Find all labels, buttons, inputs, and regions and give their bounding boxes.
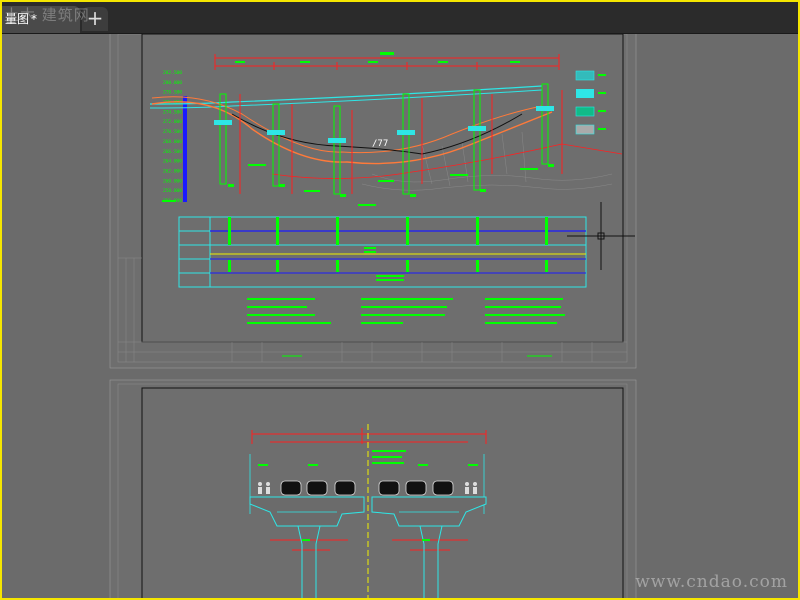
elevation-label: 280.000: [163, 80, 182, 86]
tab-label: 量图: [5, 12, 30, 26]
elevation-label: 264.000: [163, 159, 182, 165]
plus-icon: +: [86, 6, 104, 30]
elevation-label: 272.000: [163, 119, 182, 125]
elevation-label: 262.000: [163, 168, 182, 174]
tab-drawing[interactable]: 量图 *: [2, 6, 80, 33]
water-level-symbol: /77: [372, 139, 388, 149]
drawing-canvas[interactable]: 282.500280.000278.500276.000274.500272.0…: [2, 34, 798, 598]
elevation-label: 268.000: [163, 139, 182, 145]
elevation-label: 258.000: [163, 188, 182, 194]
sheet-upper: [109, 34, 637, 369]
elevation-label: 282.500: [163, 70, 182, 76]
elevation-label: 274.500: [163, 109, 182, 115]
elevation-label: 260.000: [163, 178, 182, 184]
new-tab-button[interactable]: +: [82, 7, 108, 31]
elevation-label: 266.500: [163, 149, 182, 155]
application-window: 量图 * + 土木 建筑网 282.500 280.000 278.500 27…: [0, 0, 800, 600]
document-tab-bar: 量图 * + 土木 建筑网: [2, 2, 798, 34]
tab-modified-marker: *: [31, 12, 38, 26]
sheet-lower: [109, 379, 637, 598]
elevation-label: 270.500: [163, 129, 182, 135]
site-watermark: www.cndao.com: [635, 572, 788, 592]
elevation-label: 278.500: [163, 90, 182, 96]
